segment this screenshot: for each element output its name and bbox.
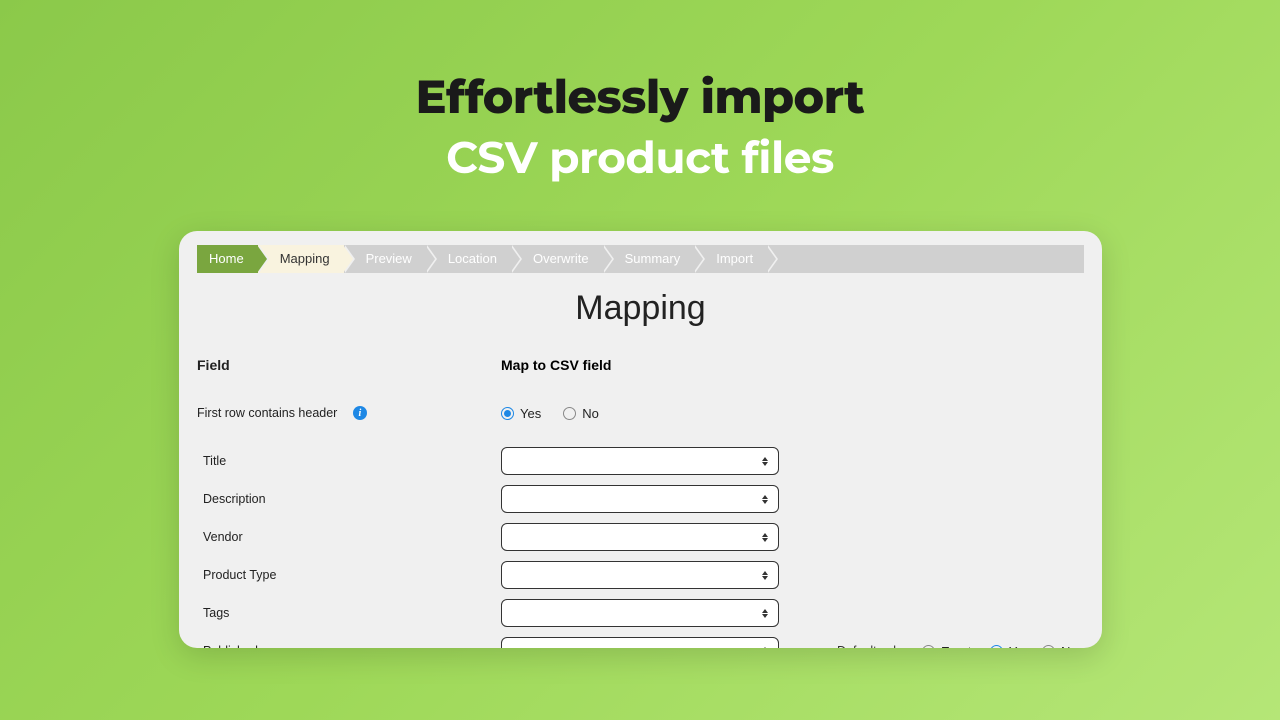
select-chevron-icon [756, 565, 774, 585]
first-row-header-label: First row contains header i [197, 406, 501, 421]
default-empty-radio[interactable]: Empty [922, 644, 978, 649]
select-published[interactable] [501, 637, 779, 648]
select-chevron-icon [756, 451, 774, 471]
wizard-step-overwrite[interactable]: Overwrite [511, 245, 603, 273]
page-title: Mapping [179, 289, 1102, 328]
default-yes-radio[interactable]: Yes [990, 644, 1030, 649]
hero-line-2: CSV product files [0, 131, 1280, 185]
field-label-vendor: Vendor [197, 530, 501, 544]
hero-line-1: Effortlessly import [0, 68, 1280, 125]
app-panel: Home Mapping Preview Location Overwrite … [179, 231, 1102, 648]
wizard-step-mapping[interactable]: Mapping [258, 245, 344, 273]
select-chevron-icon [756, 527, 774, 547]
field-label-description: Description [197, 492, 501, 506]
select-product-type[interactable] [501, 561, 779, 589]
wizard-step-home[interactable]: Home [197, 245, 258, 273]
field-label-published: Published [197, 644, 501, 648]
column-header-map: Map to CSV field [501, 357, 801, 373]
select-chevron-icon [756, 603, 774, 623]
select-tags[interactable] [501, 599, 779, 627]
select-chevron-icon [756, 489, 774, 509]
default-value-label: Default value [837, 644, 910, 648]
first-row-yes-radio[interactable]: Yes [501, 406, 541, 421]
column-header-field: Field [197, 357, 501, 373]
wizard-breadcrumb: Home Mapping Preview Location Overwrite … [197, 245, 1084, 273]
field-label-tags: Tags [197, 606, 501, 620]
select-chevron-icon [756, 641, 774, 648]
wizard-step-preview[interactable]: Preview [344, 245, 426, 273]
first-row-no-radio[interactable]: No [563, 406, 599, 421]
select-description[interactable] [501, 485, 779, 513]
wizard-step-location[interactable]: Location [426, 245, 511, 273]
field-label-title: Title [197, 454, 501, 468]
select-vendor[interactable] [501, 523, 779, 551]
field-label-product-type: Product Type [197, 568, 501, 582]
info-icon[interactable]: i [353, 406, 367, 420]
default-no-radio[interactable]: No [1042, 644, 1078, 649]
select-title[interactable] [501, 447, 779, 475]
wizard-step-summary[interactable]: Summary [603, 245, 695, 273]
